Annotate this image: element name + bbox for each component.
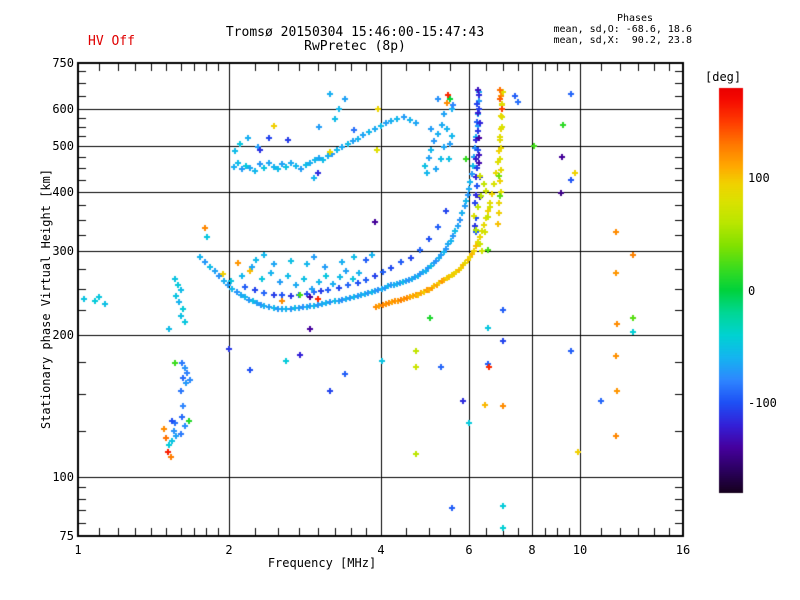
x-tick-label: 16	[675, 543, 691, 557]
y-tick-label: 500	[52, 139, 74, 153]
colorbar-tick-label: 0	[748, 284, 756, 298]
x-tick-label: 4	[377, 543, 385, 557]
y-tick-label: 750	[52, 56, 74, 70]
x-tick-label: 2	[225, 543, 233, 557]
phases-x-mean-sd: mean, sd,X: 90.2, 23.8	[553, 35, 692, 46]
ionogram-plot-canvas	[0, 0, 800, 600]
colorbar-tick-label: 100	[748, 171, 770, 185]
colorbar-unit-label: [deg]	[705, 70, 742, 84]
x-tick-label: 8	[528, 543, 536, 557]
x-tick-label: 1	[74, 543, 82, 557]
ionogram-screen: HV Off Tromsø 20150304 15:46:00-15:47:43…	[0, 0, 800, 600]
y-axis-label: Stationary phase Virtual Height [km]	[39, 168, 53, 430]
phases-heading: Phases	[616, 13, 654, 24]
y-tick-label: 400	[52, 185, 74, 199]
y-tick-label: 75	[59, 529, 74, 543]
x-tick-label: 10	[572, 543, 588, 557]
x-axis-label: Frequency [MHz]	[267, 556, 377, 570]
y-tick-label: 100	[52, 470, 74, 484]
y-tick-label: 300	[52, 244, 74, 258]
y-tick-label: 200	[52, 328, 74, 342]
colorbar-tick-label: -100	[748, 396, 777, 410]
phases-o-mean-sd: mean, sd,O: -68.6, 18.6	[553, 24, 692, 35]
x-tick-label: 6	[465, 543, 473, 557]
y-tick-label: 600	[52, 102, 74, 116]
